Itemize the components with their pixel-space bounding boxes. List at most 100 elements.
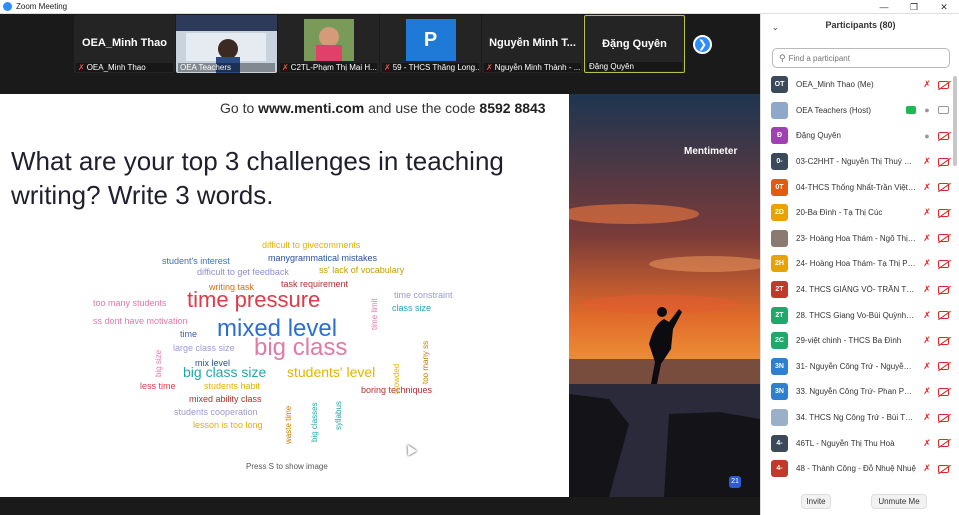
mic-icon: ● [924,130,930,141]
video-thumbnail[interactable]: OEA_Minh Thao ✗ OEA_Minh Thao [74,15,175,73]
participant-search[interactable]: ⚲ [772,48,950,68]
participant-name: 48 - Thành Công - Đỗ Nhuệ Nhuệ [796,464,916,474]
word-cloud-word: large class size [173,343,235,353]
invite-button[interactable]: Invite [801,494,831,509]
participant-avatar: 2T [771,306,788,324]
participants-title: Participants (80) [825,20,896,30]
mic-off-icon: ✗ [923,79,931,90]
participant-status-icons: ● [922,131,949,141]
window-controls: — ❐ ✕ [869,0,959,14]
thumbnail-label-text: Nguyễn Minh Thành - ... [494,63,581,72]
participant-avatar [771,101,788,119]
participant-list: OT OEA_Minh Thao (Me) ✗ OEA Teachers (Host)… [761,72,951,482]
thumbnail-label: OEA Teachers [178,63,275,72]
participant-avatar [771,409,788,427]
video-thumbnail[interactable]: Nguyễn Minh T... ✗ Nguyễn Minh Thành - ... [482,15,583,73]
word-cloud-word: too many students [93,298,167,308]
participant-avatar: 2H [771,255,788,273]
camera-icon [938,106,949,115]
thumbnail-label: ✗ Nguyễn Minh Thành - ... [484,63,581,72]
word-cloud-word: students habit [204,381,261,391]
participant-scrollbar[interactable] [953,72,957,512]
thumbnail-label: Đặng Quyên [587,62,682,71]
participant-status-icons: ● [906,105,949,115]
mic-off-icon: ✗ [923,360,931,371]
participant-name: 24- Hoàng Hoa Thám- Tạ Thị Phấn [796,259,916,269]
scrollbar-thumb[interactable] [953,76,957,166]
close-icon[interactable]: ✕ [929,0,959,14]
participant-status-icons: ✗ [922,258,949,269]
video-thumbnail[interactable]: P ✗ 59 - THCS Thăng Long... [380,15,481,73]
next-page-button[interactable]: ❯ [693,35,712,54]
participants-panel: — ❐ ✕ ⌄ Participants (80) ⚲ OTOEA_Minh T… [760,2,959,515]
participant-row[interactable]: 4- 48 - Thành Công - Đỗ Nhuệ Nhuệ ✗ [761,456,951,482]
word-cloud-word: ss' lack of vocabulary [319,265,405,275]
participant-status-icons: ✗ [922,310,949,321]
video-thumbnail-strip: OEA_Minh Thao ✗ OEA_Minh Thao OEA Teachers ✗… [0,14,760,78]
mic-off-icon: ✗ [923,181,931,192]
participant-avatar: 3N [771,357,788,375]
word-cloud-word: ss dont have motivation [93,316,188,326]
video-thumbnail[interactable]: OEA Teachers [176,15,277,73]
participant-status-icons: ✗ [922,463,949,474]
participant-row[interactable]: 2T 28. THCS Giang Vo-Bùi Quỳnh Tr... ✗ [761,302,951,328]
word-cloud-word-vertical: big classes [310,402,319,442]
participant-name: OEA_Minh Thao (Me) [796,80,874,90]
word-cloud-word: students' level [287,364,376,380]
participant-row[interactable]: 2D 20-Ba Đình - Tạ Thị Cúc ✗ [761,200,951,226]
participant-avatar [771,229,788,247]
camera-off-icon [938,259,949,268]
camera-off-icon [938,311,949,320]
unmute-me-button[interactable]: Unmute Me [871,494,927,509]
word-cloud-word: student's interest [162,256,230,266]
camera-off-icon [938,234,949,243]
participant-row[interactable]: 0- 03-C2HHT - Nguyễn Thị Thuý Liên ✗ [761,149,951,175]
thumbnail-label: ✗ 59 - THCS Thăng Long... [382,63,479,72]
participant-row[interactable]: 3N 33. Nguyễn Công Trứ- Phan Phuo... ✗ [761,379,951,405]
participant-avatar: 4- [771,434,788,452]
mentimeter-logo: Mentimeter [684,146,738,157]
participant-name: 29-việt chinh - THCS Ba Đình [796,336,902,346]
restore-icon[interactable]: ❐ [899,0,929,14]
participant-name: 04-THCS Thống Nhất-Trần Việt Hà [796,182,916,192]
word-cloud-word-vertical: too many ss [421,340,430,384]
window-title: Zoom Meeting [16,2,68,11]
participant-row[interactable]: 2H 24- Hoàng Hoa Thám- Tạ Thị Phấn ✗ [761,251,951,277]
participant-status-icons: ✗ [922,335,949,346]
thumbnail-label-text: 59 - THCS Thăng Long... [392,63,479,72]
mic-off-icon: ✗ [923,309,931,320]
participant-row[interactable]: 23- Hoàng Hoa Thám - Ngô Thị X... ✗ [761,226,951,252]
participant-row[interactable]: OEA Teachers (Host) ● [761,98,951,124]
word-cloud-word-vertical: big size [154,349,163,377]
participant-status-icons: ✗ [922,79,949,90]
participant-avatar: Đ [771,127,788,145]
mic-off-icon: ✗ [923,437,931,448]
participant-row[interactable]: 2T 24. THCS GIẢNG VÕ- TRẦN THU ... ✗ [761,277,951,303]
thumbnail-name: Nguyễn Minh T... [489,37,576,49]
participant-row[interactable]: 2C 29-việt chinh - THCS Ba Đình ✗ [761,328,951,354]
participant-row[interactable]: 34. THCS Ng Công Trứ - Bùi Thuỷ ✗ [761,405,951,431]
participant-row[interactable]: 3N 31- Nguyễn Công Trứ - Nguyễn T... ✗ [761,354,951,380]
search-input[interactable] [788,53,939,63]
word-cloud-word: lesson is too long [193,420,263,430]
participant-name: 03-C2HHT - Nguyễn Thị Thuý Liên [796,157,916,167]
participant-avatar: 2C [771,332,788,350]
participant-row[interactable]: Đ Đặng Quyên ● [761,123,951,149]
camera-off-icon [938,387,949,396]
participant-avatar: OT [771,76,788,94]
thumbnail-name: Đặng Quyên [602,38,667,50]
zoom-app-icon [3,2,12,11]
response-count-badge: 21 [729,476,741,488]
shared-screen-slide: Go to www.menti.com and use the code 859… [0,94,569,497]
video-thumbnail[interactable]: Đặng Quyên Đặng Quyên [584,15,685,73]
participant-row[interactable]: 4- 46TL - Nguyễn Thị Thu Hoà ✗ [761,430,951,456]
participant-row[interactable]: 0T 04-THCS Thống Nhất-Trần Việt Hà ✗ [761,174,951,200]
participant-name: 33. Nguyễn Công Trứ- Phan Phuo... [796,387,916,397]
participant-row[interactable]: OT OEA_Minh Thao (Me) ✗ [761,72,951,98]
minimize-icon[interactable]: — [869,0,899,14]
participant-status-icons: ✗ [922,361,949,372]
word-cloud-word: manygrammatical mistakes [268,253,378,263]
camera-off-icon [938,208,949,217]
thumbnail-label: ✗ C2TL-Phạm Thị Mai H... [280,63,377,72]
video-thumbnail[interactable]: ✗ C2TL-Phạm Thị Mai H... [278,15,379,73]
